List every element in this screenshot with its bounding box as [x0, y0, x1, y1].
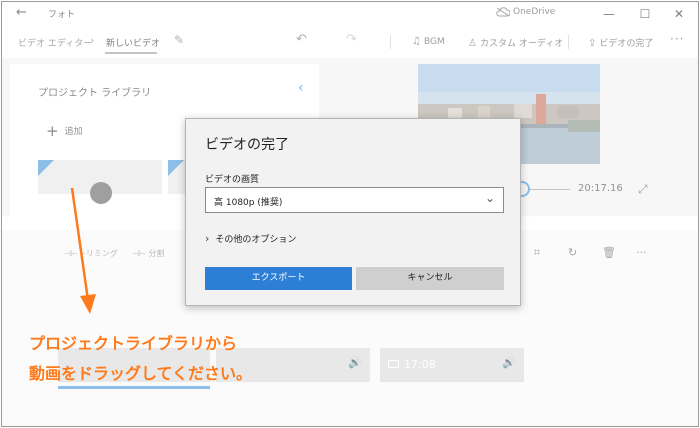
chevron-down-icon: ⌄ [484, 191, 495, 205]
photos-app-window: ← フォト OneDrive — ☐ ✕ ビデオ エディター › 新しいビデオ … [1, 1, 699, 427]
finish-video-dialog: ビデオの完了 ビデオの画質 高 1080p (推奨) ⌄ › その他のオプション … [185, 118, 521, 306]
quality-label: ビデオの画質 [205, 175, 260, 185]
more-options-expander[interactable]: › その他のオプション [205, 232, 296, 245]
cancel-button[interactable]: キャンセル [356, 267, 504, 290]
dialog-title: ビデオの完了 [205, 137, 289, 153]
quality-selected-value: 高 1080p (推奨) [214, 198, 283, 208]
annotation-line-2: 動画をドラッグしてください。 [29, 364, 253, 383]
chevron-right-icon: › [205, 232, 210, 245]
annotation-line-1: プロジェクトライブラリから [29, 334, 238, 353]
quality-dropdown[interactable]: 高 1080p (推奨) ⌄ [205, 187, 504, 213]
more-options-label: その他のオプション [215, 235, 297, 245]
annotation-arrow [70, 188, 96, 314]
export-button[interactable]: エクスポート [205, 267, 352, 290]
